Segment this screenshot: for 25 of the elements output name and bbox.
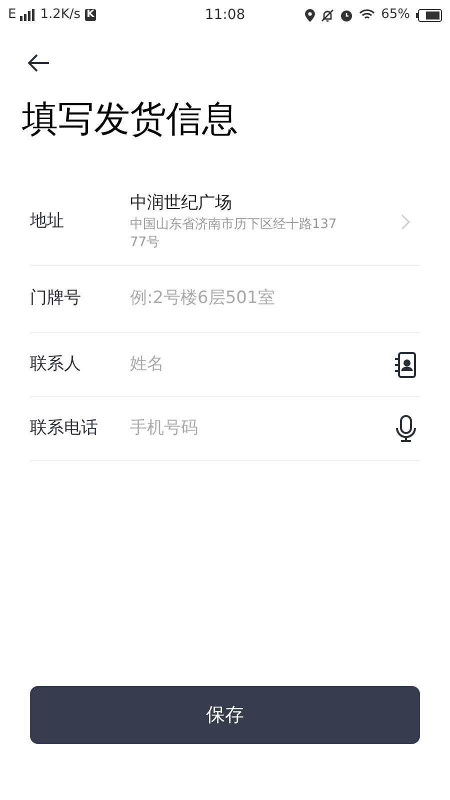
network-speed: 1.2K/s: [40, 6, 81, 24]
microphone-icon[interactable]: [396, 414, 416, 442]
page-title: 填写发货信息: [21, 98, 239, 142]
address-name: 中润世纪广场: [130, 192, 233, 215]
field-label: 联系人: [30, 352, 82, 376]
save-button[interactable]: 保存: [30, 686, 420, 744]
battery-percent: 65%: [381, 6, 410, 24]
muted-bell-icon: [321, 8, 334, 22]
input-field[interactable]: 姓名: [130, 352, 394, 378]
wifi-icon: [359, 9, 376, 21]
contact-book-icon[interactable]: [394, 352, 416, 378]
location-pin-icon: [305, 8, 316, 22]
address-detail: 中国山东省济南市历下区经十路13777号: [130, 216, 338, 252]
clock: 11:08: [204, 6, 246, 24]
battery-icon: [416, 8, 442, 22]
input-field[interactable]: 手机号码: [130, 416, 396, 442]
field-label: 联系电话: [30, 416, 99, 440]
network-type: E: [8, 6, 16, 24]
input-field[interactable]: 例:2号楼6层501室: [130, 286, 420, 312]
app-badge: K: [84, 9, 96, 21]
signal-icon: [20, 9, 36, 21]
alarm-clock-icon: [340, 8, 354, 22]
back-arrow-icon[interactable]: [28, 54, 50, 72]
field-label: 地址: [30, 210, 65, 233]
field-label: 门牌号: [30, 287, 82, 310]
